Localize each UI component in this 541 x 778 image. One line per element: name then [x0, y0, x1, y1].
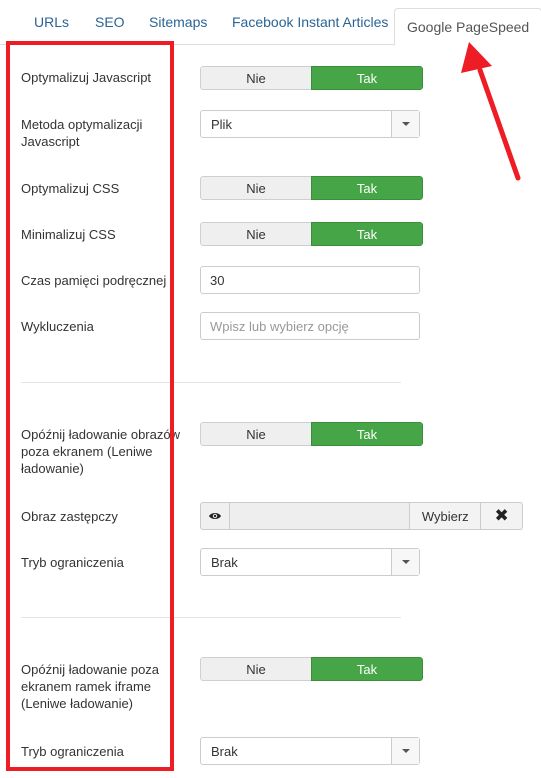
restriction-mode-2-select[interactable]: Brak — [200, 737, 420, 765]
chevron-down-icon[interactable] — [391, 111, 419, 137]
lazy-iframes-no[interactable]: Nie — [200, 657, 311, 681]
highlight-rectangle — [6, 41, 174, 771]
tab-sitemaps[interactable]: Sitemaps — [149, 14, 207, 30]
restriction-mode-1-value: Brak — [211, 555, 238, 570]
lazy-images-no[interactable]: Nie — [200, 422, 311, 446]
placeholder-image-field: Wybierz ✖ — [200, 502, 523, 530]
optimize-js-yes[interactable]: Tak — [311, 66, 423, 90]
optimize-js-no[interactable]: Nie — [200, 66, 311, 90]
chevron-down-icon[interactable] — [391, 738, 419, 764]
tab-bar: URLs SEO Sitemaps Facebook Instant Artic… — [0, 0, 541, 46]
optimize-js-toggle: Nie Tak — [200, 66, 423, 90]
tab-seo[interactable]: SEO — [95, 14, 125, 30]
lazy-iframes-toggle: Nie Tak — [200, 657, 423, 681]
lazy-images-toggle: Nie Tak — [200, 422, 423, 446]
optimize-css-no[interactable]: Nie — [200, 176, 311, 200]
optimize-css-toggle: Nie Tak — [200, 176, 423, 200]
minify-css-toggle: Nie Tak — [200, 222, 423, 246]
select-image-button[interactable]: Wybierz — [409, 502, 482, 530]
minify-css-yes[interactable]: Tak — [311, 222, 423, 246]
annotation-arrow-icon — [461, 42, 521, 181]
eye-icon[interactable] — [200, 502, 230, 530]
lazy-iframes-yes[interactable]: Tak — [311, 657, 423, 681]
lazy-images-yes[interactable]: Tak — [311, 422, 423, 446]
clear-image-button[interactable]: ✖ — [481, 502, 523, 530]
optimize-css-yes[interactable]: Tak — [311, 176, 423, 200]
minify-css-no[interactable]: Nie — [200, 222, 311, 246]
js-method-select[interactable]: Plik — [200, 110, 420, 138]
cache-time-input[interactable]: 30 — [200, 266, 420, 294]
image-path-display — [229, 502, 410, 530]
tab-urls[interactable]: URLs — [34, 14, 69, 30]
chevron-down-icon[interactable] — [391, 549, 419, 575]
restriction-mode-2-value: Brak — [211, 744, 238, 759]
tab-facebook-instant-articles[interactable]: Facebook Instant Articles — [232, 14, 388, 30]
js-method-value: Plik — [211, 117, 232, 132]
exclusions-input[interactable]: Wpisz lub wybierz opcję — [200, 312, 420, 340]
restriction-mode-1-select[interactable]: Brak — [200, 548, 420, 576]
